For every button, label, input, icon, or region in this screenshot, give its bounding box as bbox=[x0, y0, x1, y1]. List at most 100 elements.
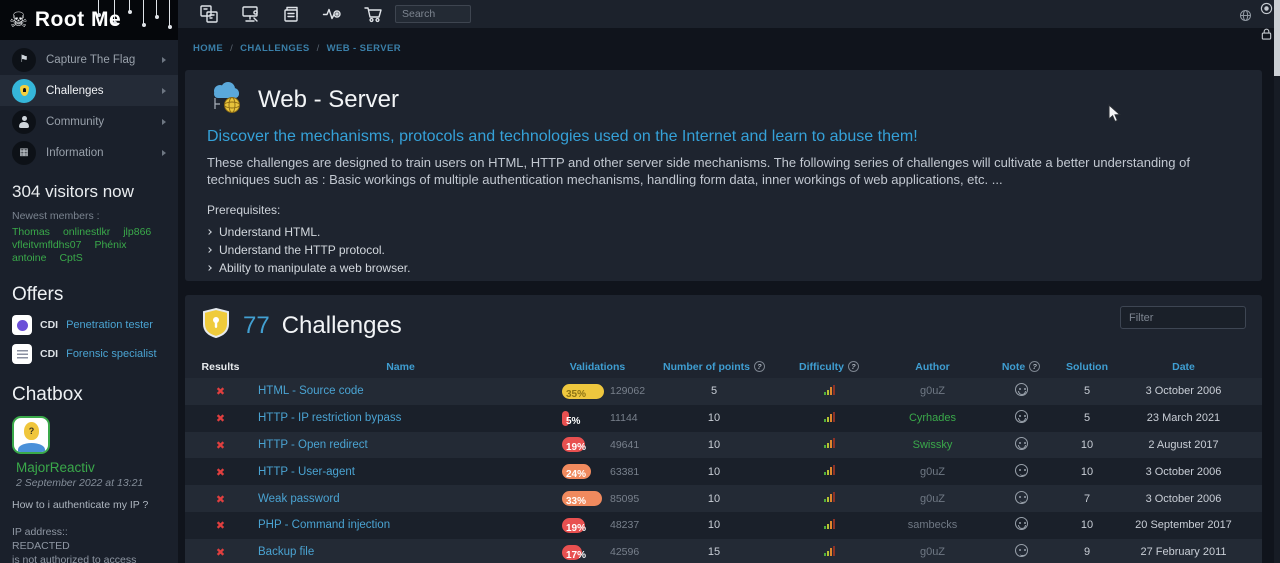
cart-icon[interactable] bbox=[362, 4, 383, 25]
offer-item[interactable]: CDI Penetration tester bbox=[12, 315, 166, 335]
avatar[interactable]: ? bbox=[12, 416, 50, 454]
author[interactable]: Cyrhades bbox=[880, 412, 985, 424]
challenge-link[interactable]: HTML - Source code bbox=[256, 385, 545, 397]
challenge-link[interactable]: HTTP - Open redirect bbox=[256, 439, 545, 451]
table-row[interactable]: ✖ Weak password 33%85095 10 g0uZ 7 3 Oct… bbox=[185, 485, 1262, 512]
language-globe-icon[interactable] bbox=[1239, 9, 1252, 27]
help-icon[interactable]: ? bbox=[848, 361, 859, 372]
date: 3 October 2006 bbox=[1117, 466, 1250, 478]
table-row[interactable]: ✖ HTTP - IP restriction bypass 5%11144 1… bbox=[185, 405, 1262, 432]
table-row[interactable]: ✖ HTTP - Open redirect 19%49641 10 Swiss… bbox=[185, 432, 1262, 459]
validation-count: 11144 bbox=[610, 412, 638, 424]
difficulty-icon bbox=[824, 546, 835, 556]
prerequisites-list: Understand HTML. Understand the HTTP pro… bbox=[207, 223, 1240, 277]
points: 10 bbox=[650, 412, 778, 424]
brand-name: Root Me bbox=[35, 8, 121, 32]
solution-count[interactable]: 7 bbox=[1057, 493, 1117, 505]
grid-icon: ▦ bbox=[12, 141, 36, 165]
category-panel: Web - Server Discover the mechanisms, pr… bbox=[185, 70, 1262, 281]
difficulty-icon bbox=[824, 519, 835, 529]
offer-item[interactable]: CDI Forensic specialist bbox=[12, 344, 166, 364]
member-link[interactable]: jlp866 bbox=[123, 226, 151, 238]
author[interactable]: g0uZ bbox=[880, 546, 985, 558]
chevron-right-icon bbox=[162, 150, 166, 156]
chat-username[interactable]: MajorReactiv bbox=[16, 460, 166, 475]
breadcrumb-challenges[interactable]: CHALLENGES bbox=[240, 43, 309, 54]
sidebar-item-information[interactable]: ▦ Information bbox=[0, 137, 178, 168]
challenge-link[interactable]: Backup file bbox=[256, 546, 545, 558]
member-link[interactable]: vfleitvmfldhs07 bbox=[12, 239, 81, 251]
date: 3 October 2006 bbox=[1117, 493, 1250, 505]
solution-count[interactable]: 10 bbox=[1057, 519, 1117, 531]
logo[interactable]: ☠ Root Me bbox=[0, 0, 178, 40]
member-link[interactable]: Phénix bbox=[94, 239, 126, 251]
points: 10 bbox=[650, 493, 778, 505]
filter-input[interactable] bbox=[1120, 306, 1246, 329]
points: 5 bbox=[650, 385, 778, 397]
challenge-link[interactable]: Weak password bbox=[256, 493, 545, 505]
qr-news-icon[interactable] bbox=[198, 4, 219, 25]
solution-count[interactable]: 10 bbox=[1057, 466, 1117, 478]
note-face-icon bbox=[1015, 544, 1028, 557]
solution-count[interactable]: 5 bbox=[1057, 385, 1117, 397]
failed-x-icon: ✖ bbox=[216, 385, 225, 398]
author[interactable]: g0uZ bbox=[880, 466, 985, 478]
challenge-link[interactable]: PHP - Command injection bbox=[256, 519, 545, 531]
breadcrumb-home[interactable]: HOME bbox=[193, 43, 223, 54]
chevron-bullet-icon bbox=[206, 229, 212, 235]
date: 20 September 2017 bbox=[1117, 519, 1250, 531]
chat-timestamp: 2 September 2022 at 13:21 bbox=[16, 477, 166, 489]
author[interactable]: g0uZ bbox=[880, 493, 985, 505]
documents-icon[interactable] bbox=[280, 4, 301, 25]
lock-icon[interactable] bbox=[1260, 27, 1273, 46]
solution-count[interactable]: 9 bbox=[1057, 546, 1117, 558]
newest-members-label: Newest members : bbox=[12, 210, 166, 222]
search-input[interactable] bbox=[395, 5, 471, 23]
help-icon[interactable]: ? bbox=[1029, 361, 1040, 372]
validation-bar: 19% bbox=[562, 518, 610, 533]
activity-pulse-icon[interactable] bbox=[321, 4, 342, 25]
sidebar-item-capture-the-flag[interactable]: ⚑ Capture The Flag bbox=[0, 44, 178, 75]
scrollbar[interactable] bbox=[1274, 0, 1280, 563]
author[interactable]: Swissky bbox=[880, 439, 985, 451]
offers-title: Offers bbox=[12, 284, 166, 306]
table-row[interactable]: ✖ PHP - Command injection 19%48237 10 sa… bbox=[185, 512, 1262, 539]
author[interactable]: g0uZ bbox=[880, 385, 985, 397]
points: 10 bbox=[650, 439, 778, 451]
difficulty-icon bbox=[824, 385, 835, 395]
scrollbar-thumb[interactable] bbox=[1274, 0, 1280, 76]
challenge-link[interactable]: HTTP - IP restriction bypass bbox=[256, 412, 545, 424]
points: 10 bbox=[650, 466, 778, 478]
date: 27 February 2011 bbox=[1117, 546, 1250, 558]
failed-x-icon: ✖ bbox=[216, 493, 225, 506]
sidebar-item-community[interactable]: Community bbox=[0, 106, 178, 137]
breadcrumb-web-server[interactable]: WEB - SERVER bbox=[327, 43, 401, 54]
author[interactable]: sambecks bbox=[880, 519, 985, 531]
challenge-link[interactable]: HTTP - User-agent bbox=[256, 466, 545, 478]
table-row[interactable]: ✖ HTTP - User-agent 24%63381 10 g0uZ 10 … bbox=[185, 458, 1262, 485]
chevron-right-icon bbox=[162, 119, 166, 125]
target-icon[interactable] bbox=[1260, 2, 1273, 20]
failed-x-icon: ✖ bbox=[216, 439, 225, 452]
member-link[interactable]: Thomas bbox=[12, 226, 50, 238]
member-link[interactable]: onlinestlkr bbox=[63, 226, 110, 238]
sidebar-item-challenges[interactable]: Challenges bbox=[0, 75, 178, 106]
solution-count[interactable]: 10 bbox=[1057, 439, 1117, 451]
validation-count: 48237 bbox=[610, 519, 639, 531]
shield-icon bbox=[12, 79, 36, 103]
member-link[interactable]: antoine bbox=[12, 252, 46, 264]
difficulty-icon bbox=[824, 412, 835, 422]
prerequisites-label: Prerequisites: bbox=[207, 203, 1240, 217]
points: 10 bbox=[650, 519, 778, 531]
flag-icon: ⚑ bbox=[12, 48, 36, 72]
offer-link[interactable]: Penetration tester bbox=[66, 319, 153, 331]
chevron-right-icon bbox=[162, 57, 166, 63]
offer-link[interactable]: Forensic specialist bbox=[66, 348, 156, 360]
solution-count[interactable]: 5 bbox=[1057, 412, 1117, 424]
table-row[interactable]: ✖ Backup file 17%42596 15 g0uZ 9 27 Febr… bbox=[185, 539, 1262, 563]
help-icon[interactable]: ? bbox=[754, 361, 765, 372]
network-share-icon[interactable] bbox=[239, 4, 260, 25]
member-link[interactable]: CptS bbox=[59, 252, 82, 264]
validation-count: 42596 bbox=[610, 546, 639, 558]
table-row[interactable]: ✖ HTML - Source code 35%129062 5 g0uZ 5 … bbox=[185, 378, 1262, 405]
